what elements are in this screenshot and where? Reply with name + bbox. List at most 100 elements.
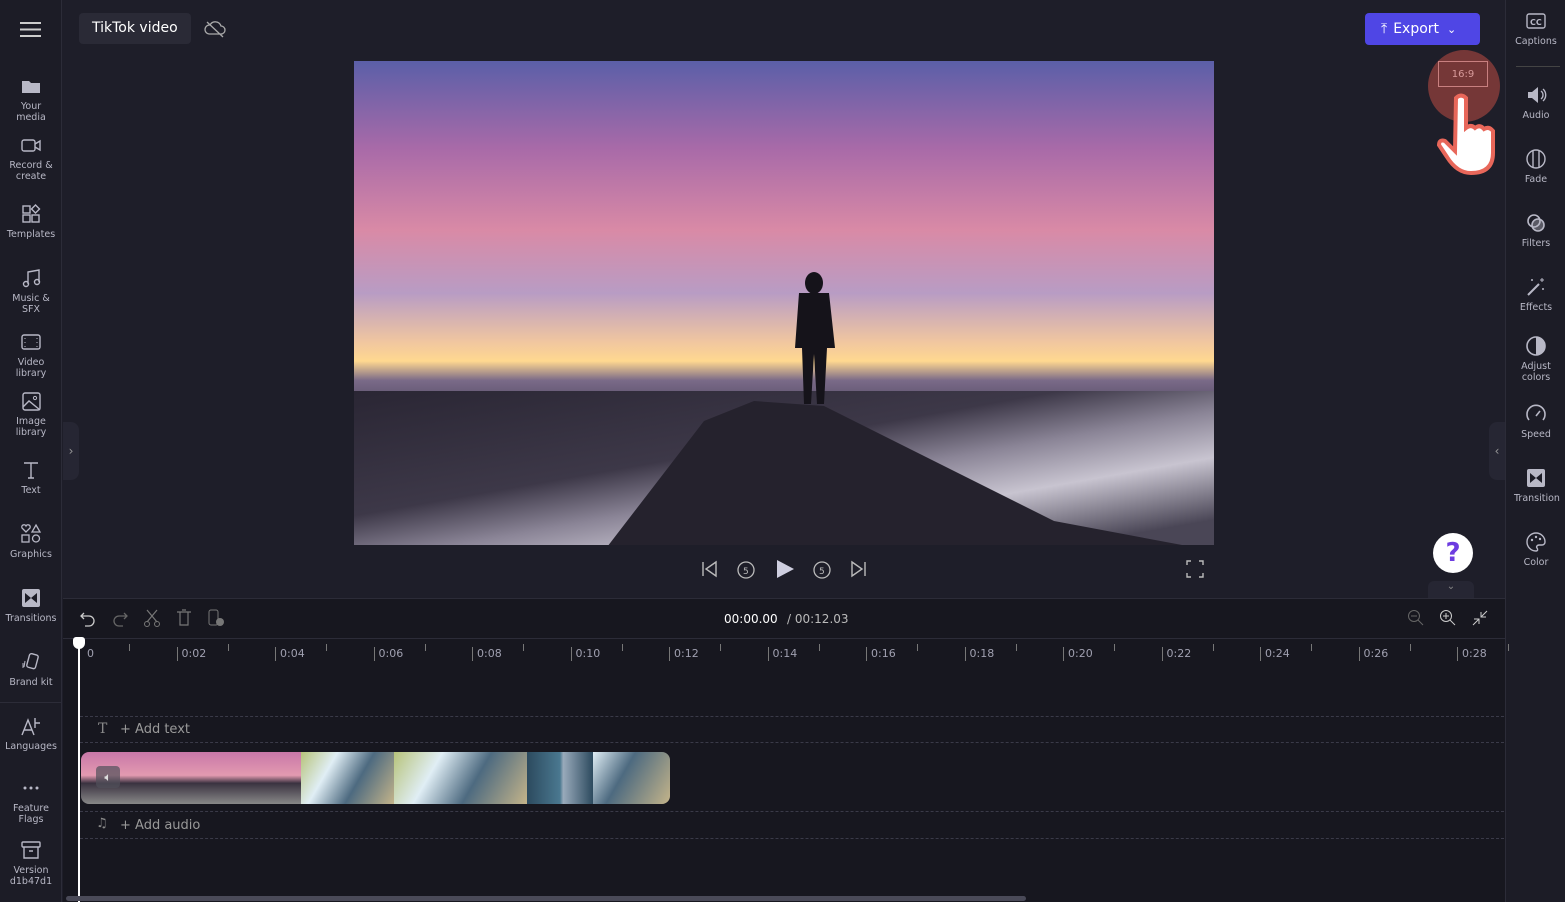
cut-button[interactable]	[143, 609, 161, 631]
rewind-5-button[interactable]: 5	[735, 558, 757, 584]
delete-button[interactable]	[175, 609, 193, 631]
ruler-minor-tick	[326, 644, 327, 651]
sidebar-item-graphics[interactable]: Graphics	[0, 523, 62, 560]
divider	[63, 638, 1505, 639]
undo-button[interactable]	[79, 609, 97, 631]
playhead[interactable]	[78, 640, 80, 902]
expand-left-panel-button[interactable]: ›	[63, 422, 79, 480]
music-icon	[22, 269, 41, 288]
sidebar-item-label: Record & create	[9, 160, 53, 182]
ruler-minor-tick	[917, 644, 918, 651]
panel-item-label: Transition	[1514, 493, 1560, 504]
sidebar-item-label: Brand kit	[9, 677, 53, 688]
folder-icon	[22, 81, 40, 93]
ruler-minor-tick	[621, 644, 623, 651]
panel-item-color[interactable]: Color	[1506, 531, 1565, 568]
ruler-label: 0:26	[1358, 647, 1388, 661]
fit-timeline-button[interactable]	[1471, 609, 1489, 631]
panel-item-transition[interactable]: Transition	[1506, 467, 1565, 504]
ruler-label: 0:22	[1161, 647, 1191, 661]
export-button[interactable]: ⤒ Export ⌄	[1365, 13, 1480, 45]
add-to-timeline-button[interactable]	[207, 609, 225, 631]
redo-button[interactable]	[111, 609, 129, 631]
brand-icon	[22, 652, 39, 670]
ruler-minor-tick	[227, 644, 229, 651]
add-audio-button[interactable]: + Add audio	[120, 818, 200, 833]
sidebar-item-feature-flags[interactable]: Feature Flags	[0, 777, 62, 825]
ruler-minor-tick	[129, 644, 130, 651]
sidebar-item-templates[interactable]: Templates	[0, 203, 62, 240]
palette-icon	[1526, 532, 1546, 552]
video-preview[interactable]	[354, 61, 1214, 545]
panel-item-adjust-colors[interactable]: Adjust colors	[1506, 335, 1565, 383]
panel-item-label: Filters	[1521, 238, 1551, 249]
forward-5-button[interactable]: 5	[811, 558, 833, 584]
ruler-label: 0:08	[472, 647, 502, 661]
panel-item-audio[interactable]: Audio	[1506, 84, 1565, 121]
current-time: 00:00.00	[724, 612, 778, 626]
clip-thumbnail	[301, 752, 394, 804]
panel-item-captions[interactable]: CC Captions	[1506, 10, 1565, 47]
sidebar-item-version-d1b47d1[interactable]: Version d1b47d1	[0, 839, 62, 887]
speedometer-icon	[1526, 404, 1546, 421]
text-icon: T	[98, 721, 108, 737]
hamburger-menu-button[interactable]	[20, 22, 41, 41]
chevron-down-icon: ⌄	[1447, 23, 1457, 36]
panel-item-label: Color	[1523, 557, 1549, 568]
skip-back-button[interactable]	[700, 558, 720, 584]
sidebar-item-brand-kit[interactable]: Brand kit	[0, 651, 62, 688]
divider	[1516, 66, 1560, 67]
expand-right-panel-button[interactable]: ‹	[1489, 422, 1505, 480]
panel-item-filters[interactable]: Filters	[1506, 212, 1565, 249]
sidebar-item-label: Text	[21, 485, 41, 496]
aspect-ratio-button[interactable]: 16:9	[1438, 61, 1488, 87]
more-icon	[23, 786, 39, 790]
ruler-label: 0:16	[866, 647, 896, 661]
ruler-minor-tick	[818, 644, 820, 651]
zoom-out-button[interactable]	[1407, 609, 1425, 631]
sidebar-item-label: Version d1b47d1	[9, 865, 53, 887]
right-sidebar: CC Captions Audio Fade Filters Effects Adjust …	[1505, 0, 1565, 902]
sidebar-item-image-library[interactable]: Image library	[0, 390, 62, 438]
zoom-in-button[interactable]	[1439, 609, 1457, 631]
transition-icon	[22, 589, 40, 607]
sidebar-item-your-media[interactable]: Your media	[0, 75, 62, 123]
skip-forward-button[interactable]	[848, 558, 868, 584]
panel-item-speed[interactable]: Speed	[1506, 403, 1565, 440]
audio-track[interactable]: ♫ + Add audio	[80, 811, 1504, 839]
playhead-handle[interactable]	[73, 637, 85, 649]
horizontal-scrollbar[interactable]	[66, 896, 1026, 901]
ruler-label: 0:04	[275, 647, 305, 661]
sidebar-item-text[interactable]: Text	[0, 459, 62, 496]
fullscreen-button[interactable]	[1186, 558, 1204, 584]
upload-icon: ⤒	[1381, 21, 1388, 37]
sidebar-item-label: Languages	[5, 741, 57, 752]
sidebar-item-label: Feature Flags	[13, 803, 49, 825]
clip-thumbnail	[593, 752, 670, 804]
ruler-minor-tick	[1015, 644, 1017, 651]
sidebar-item-label: Music & SFX	[12, 293, 50, 315]
play-button[interactable]	[774, 558, 796, 584]
help-button[interactable]: ?	[1433, 533, 1473, 573]
sidebar-item-record-create[interactable]: Record & create	[0, 134, 62, 182]
sidebar-item-music-sfx[interactable]: Music & SFX	[0, 267, 62, 315]
sidebar-item-languages[interactable]: Languages	[0, 715, 62, 752]
add-text-button[interactable]: + Add text	[120, 722, 190, 737]
ruler-label: 0:02	[176, 647, 206, 661]
ruler-minor-tick	[1212, 644, 1214, 651]
panel-item-effects[interactable]: Effects	[1506, 276, 1565, 313]
hiker-silhouette	[608, 272, 1182, 545]
project-title[interactable]: TikTok video	[79, 13, 191, 44]
cloud-off-icon[interactable]	[200, 15, 230, 43]
text-track[interactable]: T + Add text	[80, 716, 1504, 743]
wand-icon	[1527, 278, 1544, 296]
collapse-chevron-icon[interactable]: ⌄	[1428, 581, 1474, 598]
transition-icon	[1527, 469, 1545, 487]
clip-audio-icon[interactable]: 🔈︎	[96, 766, 120, 788]
ruler-label: 0:10	[570, 647, 600, 661]
panel-item-fade[interactable]: Fade	[1506, 148, 1565, 185]
sidebar-item-transitions[interactable]: Transitions	[0, 587, 62, 624]
archive-icon	[21, 841, 41, 859]
sidebar-item-video-library[interactable]: Video library	[0, 331, 62, 379]
video-clip[interactable]	[81, 752, 670, 804]
